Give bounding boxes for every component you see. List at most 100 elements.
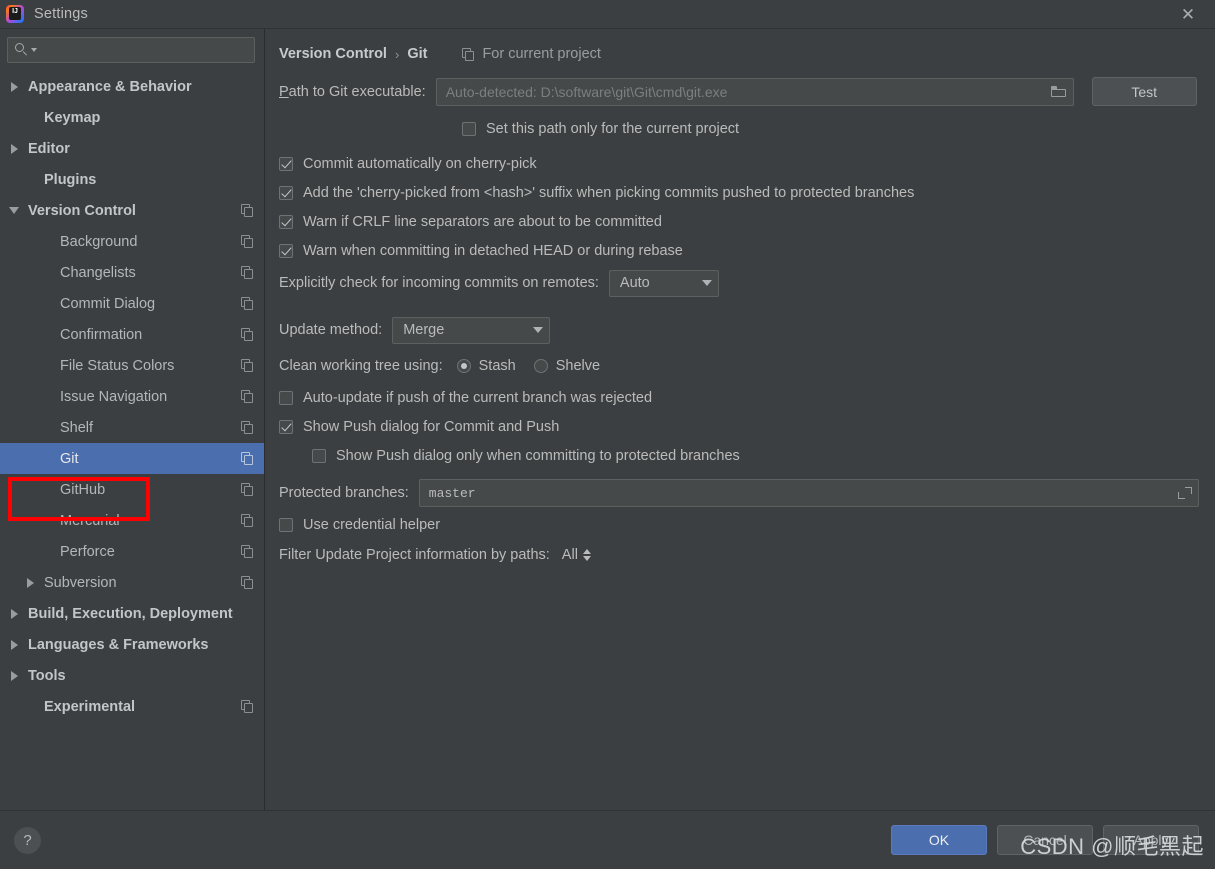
search-box[interactable]	[7, 37, 255, 63]
sidebar-item-mercurial[interactable]: Mercurial	[0, 505, 264, 536]
git-option-label: Commit automatically on cherry-pick	[303, 155, 537, 172]
settings-sidebar: Appearance & Behavior Keymap Editor Plugins…	[0, 29, 265, 810]
help-button[interactable]: ?	[14, 826, 41, 854]
sidebar-item-perforce[interactable]: Perforce	[0, 536, 264, 567]
project-scope-icon	[241, 359, 254, 372]
show-push-row[interactable]: Show Push dialog for Commit and Push	[279, 412, 1199, 441]
sidebar-item-commit-dialog[interactable]: Commit Dialog	[0, 288, 264, 319]
up-down-stepper-icon[interactable]	[582, 549, 591, 561]
credential-helper-label: Use credential helper	[303, 516, 441, 533]
sidebar-item-subversion[interactable]: Subversion	[0, 567, 264, 598]
sidebar-item-background[interactable]: Background	[0, 226, 264, 257]
sidebar-item-appearance-behavior[interactable]: Appearance & Behavior	[0, 71, 264, 102]
sidebar-item-label: Background	[60, 233, 138, 250]
folder-icon[interactable]	[1050, 85, 1067, 98]
chevron-right-icon[interactable]	[6, 639, 22, 650]
git-executable-value: Auto-detected: D:\software\git\Git\cmd\g…	[445, 83, 728, 100]
incoming-commits-label: Explicitly check for incoming commits on…	[279, 275, 599, 291]
git-option-row[interactable]: Warn if CRLF line separators are about t…	[279, 207, 1199, 236]
radio-shelve[interactable]	[533, 359, 548, 373]
incoming-commits-select[interactable]: Auto	[608, 269, 719, 297]
sidebar-item-build-execution-deployment[interactable]: Build, Execution, Deployment	[0, 598, 264, 629]
git-option-checkbox[interactable]	[279, 243, 293, 258]
breadcrumb-parent[interactable]: Version Control	[279, 46, 387, 62]
sidebar-item-confirmation[interactable]: Confirmation	[0, 319, 264, 350]
credential-helper-row[interactable]: Use credential helper	[279, 510, 1199, 539]
project-scope-icon	[241, 204, 254, 217]
sidebar-item-label: Appearance & Behavior	[28, 78, 192, 95]
sidebar-item-label: Plugins	[44, 171, 97, 188]
sidebar-item-label: Version Control	[28, 202, 136, 219]
sidebar-item-label: File Status Colors	[60, 357, 175, 374]
show-push-protected-checkbox[interactable]	[312, 448, 326, 463]
git-option-row[interactable]: Warn when committing in detached HEAD or…	[279, 236, 1199, 265]
sidebar-item-github[interactable]: GitHub	[0, 474, 264, 505]
update-method-select[interactable]: Merge	[392, 316, 551, 344]
sidebar-item-tools[interactable]: Tools	[0, 660, 264, 691]
chevron-right-icon[interactable]	[6, 608, 22, 619]
project-scope-icon	[241, 421, 254, 434]
radio-stash[interactable]	[456, 359, 471, 373]
sidebar-item-editor[interactable]: Editor	[0, 133, 264, 164]
protected-branches-value: master	[428, 485, 476, 501]
project-scope-icon	[462, 47, 475, 61]
filter-paths-label: Filter Update Project information by pat…	[279, 547, 550, 563]
project-scope-icon	[241, 576, 254, 589]
sidebar-item-experimental[interactable]: Experimental	[0, 691, 264, 722]
set-path-project-row[interactable]: Set this path only for the current proje…	[462, 114, 1199, 143]
ok-button[interactable]: OK	[891, 825, 987, 855]
scope-indicator: For current project	[462, 46, 601, 62]
chevron-right-icon[interactable]	[22, 577, 38, 588]
test-button[interactable]: Test	[1091, 77, 1197, 106]
chevron-right-icon[interactable]	[6, 81, 22, 92]
sidebar-item-label: Perforce	[60, 543, 115, 560]
sidebar-item-plugins[interactable]: Plugins	[0, 164, 264, 195]
sidebar-item-label: GitHub	[60, 481, 106, 498]
auto-update-row[interactable]: Auto-update if push of the current branc…	[279, 383, 1199, 412]
credential-helper-checkbox[interactable]	[279, 517, 293, 532]
update-method-value: Merge	[403, 322, 445, 338]
auto-update-checkbox[interactable]	[279, 390, 293, 405]
sidebar-item-shelf[interactable]: Shelf	[0, 412, 264, 443]
sidebar-item-label: Languages & Frameworks	[28, 636, 209, 653]
project-scope-icon	[241, 390, 254, 403]
settings-dialog: IJ Settings ✕ Appearance & Behavior Keyma…	[0, 0, 1215, 869]
chevron-right-icon[interactable]	[6, 670, 22, 681]
project-scope-icon	[241, 297, 254, 310]
sidebar-item-issue-navigation[interactable]: Issue Navigation	[0, 381, 264, 412]
project-scope-icon	[241, 545, 254, 558]
project-scope-icon	[241, 700, 254, 713]
project-scope-icon	[241, 514, 254, 527]
chevron-right-icon[interactable]	[6, 143, 22, 154]
show-push-label: Show Push dialog for Commit and Push	[303, 418, 560, 435]
expand-icon[interactable]	[1178, 486, 1192, 500]
sidebar-item-file-status-colors[interactable]: File Status Colors	[0, 350, 264, 381]
git-options-checkbox-group: Commit automatically on cherry-pick Add t…	[279, 149, 1199, 265]
sidebar-item-label: Issue Navigation	[60, 388, 168, 405]
incoming-commits-row: Explicitly check for incoming commits on…	[279, 265, 1199, 301]
git-executable-input[interactable]: Auto-detected: D:\software\git\Git\cmd\g…	[435, 77, 1074, 106]
git-option-checkbox[interactable]	[279, 214, 293, 229]
filter-paths-value[interactable]: All	[562, 547, 578, 563]
settings-tree: Appearance & Behavior Keymap Editor Plugins…	[0, 69, 264, 810]
show-push-protected-row[interactable]: Show Push dialog only when committing to…	[312, 441, 1199, 470]
sidebar-item-version-control[interactable]: Version Control	[0, 195, 264, 226]
git-option-row[interactable]: Commit automatically on cherry-pick	[279, 149, 1199, 178]
set-path-project-checkbox[interactable]	[462, 121, 476, 136]
sidebar-item-languages-frameworks[interactable]: Languages & Frameworks	[0, 629, 264, 660]
protected-branches-input[interactable]: master	[418, 479, 1199, 507]
sidebar-item-changelists[interactable]: Changelists	[0, 257, 264, 288]
git-option-label: Warn when committing in detached HEAD or…	[303, 242, 683, 259]
chevron-down-icon[interactable]	[6, 207, 22, 214]
close-icon[interactable]: ✕	[1171, 0, 1205, 28]
sidebar-item-git[interactable]: Git	[0, 443, 264, 474]
git-option-checkbox[interactable]	[279, 156, 293, 171]
filter-paths-row: Filter Update Project information by pat…	[279, 539, 1199, 571]
show-push-checkbox[interactable]	[279, 419, 293, 434]
search-input[interactable]	[37, 41, 248, 59]
project-scope-icon	[241, 266, 254, 279]
git-option-checkbox[interactable]	[279, 185, 293, 200]
sidebar-item-keymap[interactable]: Keymap	[0, 102, 264, 133]
radio-shelve-label: Shelve	[555, 358, 601, 374]
git-option-row[interactable]: Add the 'cherry-picked from <hash>' suff…	[279, 178, 1199, 207]
